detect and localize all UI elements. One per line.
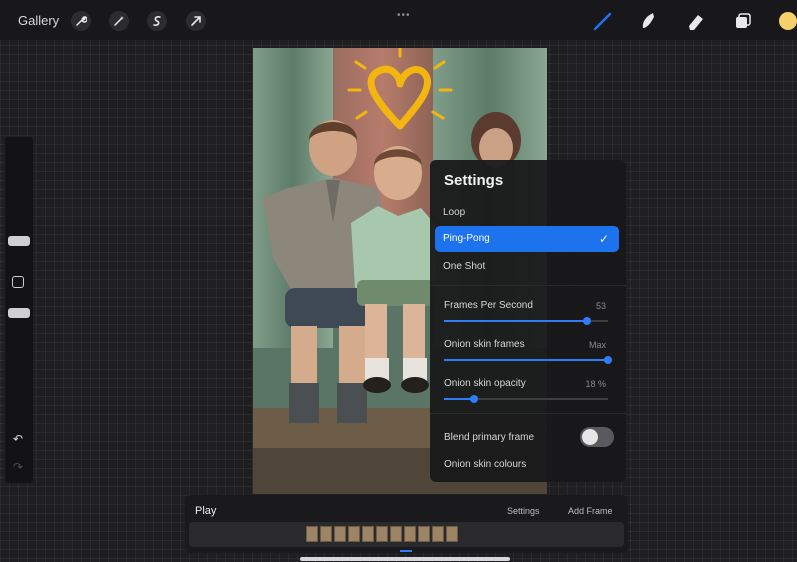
frame-thumbnail[interactable] [418, 526, 430, 542]
option-label: Loop [443, 207, 466, 218]
onion-opacity-label: Onion skin opacity [444, 378, 526, 389]
layers-icon[interactable] [732, 10, 754, 32]
frame-thumbnail[interactable] [362, 526, 374, 542]
onion-opacity-value: 18 % [585, 379, 606, 389]
onion-skin-colours-label[interactable]: Onion skin colours [444, 459, 526, 470]
onion-frames-slider[interactable] [444, 356, 612, 364]
modify-button[interactable] [12, 276, 24, 288]
fps-slider-knob[interactable] [583, 317, 591, 325]
divider [430, 413, 626, 414]
onion-frames-slider-knob[interactable] [604, 356, 612, 364]
undo-icon[interactable]: ↶ [13, 432, 23, 446]
option-label: One Shot [443, 261, 486, 272]
opacity-slider-handle[interactable] [8, 308, 30, 318]
settings-title: Settings [444, 172, 504, 189]
gallery-button[interactable]: Gallery [18, 13, 59, 28]
onion-opacity-slider-knob[interactable] [470, 395, 478, 403]
option-loop[interactable]: Loop [435, 200, 619, 226]
color-picker-button[interactable] [779, 12, 797, 30]
frames-strip[interactable] [189, 522, 624, 547]
blend-primary-frame-label: Blend primary frame [444, 432, 535, 443]
toggle-knob [582, 429, 598, 445]
frame-thumbnail[interactable] [320, 526, 332, 542]
redo-icon[interactable]: ↷ [13, 460, 23, 474]
selection-icon[interactable] [147, 11, 167, 31]
current-frame-indicator [400, 550, 412, 552]
onion-frames-label: Onion skin frames [444, 339, 525, 350]
option-one-shot[interactable]: One Shot [435, 254, 619, 280]
play-button[interactable]: Play [195, 505, 216, 517]
transform-arrow-icon[interactable] [186, 11, 206, 31]
option-label: Ping-Pong [443, 233, 490, 244]
home-indicator [300, 557, 510, 561]
frame-thumbnail[interactable] [446, 526, 458, 542]
frame-thumbnail[interactable] [390, 526, 402, 542]
brush-size-slider-handle[interactable] [8, 236, 30, 246]
blend-primary-frame-toggle[interactable] [580, 427, 614, 447]
checkmark-icon: ✓ [598, 232, 609, 246]
magic-wand-icon[interactable] [109, 11, 129, 31]
smudge-icon[interactable] [637, 10, 659, 32]
wrench-icon[interactable] [71, 11, 91, 31]
frame-thumbnail[interactable] [334, 526, 346, 542]
fps-slider-fill [444, 320, 587, 322]
brush-icon[interactable] [592, 10, 614, 32]
top-toolbar: Gallery ••• [0, 0, 797, 40]
frame-thumbnail[interactable] [376, 526, 388, 542]
frame-thumbnail[interactable] [348, 526, 360, 542]
fps-label: Frames Per Second [444, 300, 533, 311]
timeline-settings-button[interactable]: Settings [507, 506, 540, 516]
divider [430, 285, 626, 286]
frame-thumbnail[interactable] [432, 526, 444, 542]
animation-timeline: Play Settings Add Frame [185, 495, 628, 553]
frame-thumbnail[interactable] [306, 526, 318, 542]
left-sidebar: ↶ ↷ [5, 137, 33, 483]
eraser-icon[interactable] [685, 10, 707, 32]
animation-settings-panel: Settings Loop Ping-Pong ✓ One Shot Frame… [430, 160, 626, 482]
frame-thumbnail[interactable] [404, 526, 416, 542]
fps-slider[interactable] [444, 317, 608, 325]
onion-opacity-slider[interactable] [444, 395, 608, 403]
add-frame-button[interactable]: Add Frame [568, 506, 613, 516]
option-ping-pong[interactable]: Ping-Pong ✓ [435, 226, 619, 252]
onion-frames-slider-fill [444, 359, 608, 361]
onion-frames-value: Max [588, 340, 606, 350]
fps-value: 53 [595, 301, 606, 311]
menu-dots-icon[interactable]: ••• [397, 10, 411, 21]
